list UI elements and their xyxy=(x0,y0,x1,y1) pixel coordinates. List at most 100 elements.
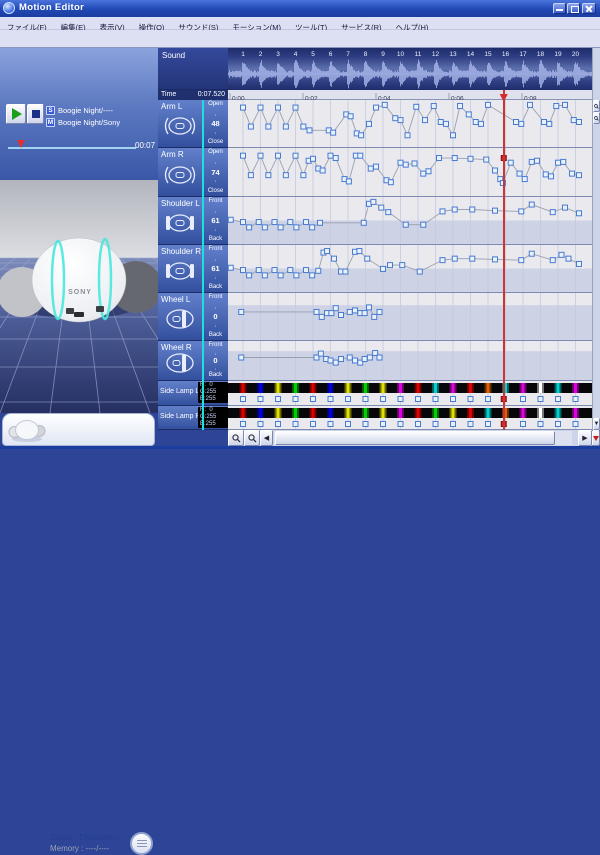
keyframe[interactable] xyxy=(433,422,438,427)
keyframe[interactable] xyxy=(529,251,534,256)
keyframe[interactable] xyxy=(573,422,578,427)
keyframe[interactable] xyxy=(400,263,405,268)
keyframe[interactable] xyxy=(437,156,442,161)
close-button[interactable] xyxy=(582,3,596,14)
keyframe[interactable] xyxy=(310,225,315,230)
keyframe[interactable] xyxy=(431,104,436,109)
keyframe[interactable] xyxy=(319,314,324,319)
keyframe[interactable] xyxy=(363,397,368,402)
minimize-button[interactable] xyxy=(553,3,566,14)
keyframe[interactable] xyxy=(372,314,377,319)
keyframe[interactable] xyxy=(362,311,367,316)
keyframe[interactable] xyxy=(398,118,403,123)
keyframe[interactable] xyxy=(577,120,582,125)
keyframe[interactable] xyxy=(381,422,386,427)
keyframe[interactable] xyxy=(381,397,386,402)
keyframe[interactable] xyxy=(258,422,263,427)
keyframe[interactable] xyxy=(247,273,252,278)
keyframe[interactable] xyxy=(403,162,408,167)
keyframe[interactable] xyxy=(374,164,379,169)
keyframe[interactable] xyxy=(304,220,309,225)
keyframe[interactable] xyxy=(241,220,246,225)
keyframe[interactable] xyxy=(307,128,312,133)
keyframe[interactable] xyxy=(451,397,456,402)
keyframe[interactable] xyxy=(529,159,534,164)
keyframe[interactable] xyxy=(320,168,325,173)
keyframe[interactable] xyxy=(542,120,547,125)
keyframe[interactable] xyxy=(486,102,491,107)
keyframe[interactable] xyxy=(559,252,564,257)
keyframe[interactable] xyxy=(278,273,283,278)
track-header-shoulder-r[interactable]: Shoulder RFront·61·Back xyxy=(158,245,228,293)
track-row-arm-r[interactable] xyxy=(228,148,592,197)
keyframe[interactable] xyxy=(374,105,379,110)
keyframe[interactable] xyxy=(288,220,293,225)
keyframe[interactable] xyxy=(367,305,372,310)
keyframe[interactable] xyxy=(554,104,559,109)
keyframe[interactable] xyxy=(367,121,372,126)
keyframe[interactable] xyxy=(247,225,252,230)
keyframe[interactable] xyxy=(256,220,261,225)
scroll-right-button[interactable]: ▶ xyxy=(578,430,592,446)
keyframe[interactable] xyxy=(577,173,582,178)
keyframe[interactable] xyxy=(519,258,524,263)
keyframe[interactable] xyxy=(272,268,277,273)
keyframe[interactable] xyxy=(362,357,367,362)
keyframe[interactable] xyxy=(452,207,457,212)
keyframe[interactable] xyxy=(577,261,582,266)
titlebar[interactable]: Motion Editor xyxy=(0,0,600,17)
keyframe[interactable] xyxy=(346,397,351,402)
track-row-arm-l[interactable] xyxy=(228,100,592,148)
keyframe[interactable] xyxy=(377,355,382,360)
keyframe[interactable] xyxy=(528,102,533,107)
keyframe[interactable] xyxy=(468,422,473,427)
keyframe[interactable] xyxy=(316,268,321,273)
keyframe[interactable] xyxy=(452,256,457,261)
keyframe[interactable] xyxy=(361,220,366,225)
keyframe[interactable] xyxy=(412,161,417,166)
keyframe[interactable] xyxy=(353,308,358,313)
keyframe[interactable] xyxy=(293,397,298,402)
keyframe[interactable] xyxy=(293,105,298,110)
keyframe[interactable] xyxy=(451,422,456,427)
keyframe[interactable] xyxy=(241,397,246,402)
keyframe[interactable] xyxy=(421,222,426,227)
keyframe[interactable] xyxy=(276,105,281,110)
keyframe[interactable] xyxy=(543,172,548,177)
keyframe[interactable] xyxy=(421,171,426,176)
robot-3d-viewport[interactable]: SONY xyxy=(0,180,158,413)
keyframe[interactable] xyxy=(493,257,498,262)
keyframe[interactable] xyxy=(333,306,338,311)
keyframe[interactable] xyxy=(514,120,519,125)
keyframe[interactable] xyxy=(393,116,398,121)
keyframe[interactable] xyxy=(529,202,534,207)
keyframe[interactable] xyxy=(571,118,576,123)
keyframe[interactable] xyxy=(328,397,333,402)
keyframe[interactable] xyxy=(556,160,561,165)
keyframe[interactable] xyxy=(493,208,498,213)
keyframe[interactable] xyxy=(493,168,498,173)
keyframe[interactable] xyxy=(451,133,456,138)
keyframe[interactable] xyxy=(329,311,334,316)
keyframe[interactable] xyxy=(339,357,344,362)
horizontal-scrollbar[interactable]: ◀▶ xyxy=(228,430,592,446)
seek-slider-thumb[interactable] xyxy=(17,140,25,148)
keyframe[interactable] xyxy=(328,422,333,427)
keyframe[interactable] xyxy=(258,397,263,402)
keyframe[interactable] xyxy=(388,263,393,268)
keyframe[interactable] xyxy=(563,205,568,210)
keyframe[interactable] xyxy=(563,102,568,107)
keyframe[interactable] xyxy=(486,397,491,402)
track-row-side-lamp-l[interactable] xyxy=(228,381,592,406)
keyframe[interactable] xyxy=(347,309,352,314)
keyframe[interactable] xyxy=(452,156,457,161)
keyframe[interactable] xyxy=(301,173,306,178)
keyframe[interactable] xyxy=(331,130,336,135)
keyframe[interactable] xyxy=(332,256,337,261)
play-button[interactable] xyxy=(6,104,26,124)
keyframe[interactable] xyxy=(311,156,316,161)
keyframe[interactable] xyxy=(377,309,382,314)
keyframe[interactable] xyxy=(272,220,277,225)
scroll-left-button[interactable]: ◀ xyxy=(260,430,273,446)
keyframe[interactable] xyxy=(398,160,403,165)
